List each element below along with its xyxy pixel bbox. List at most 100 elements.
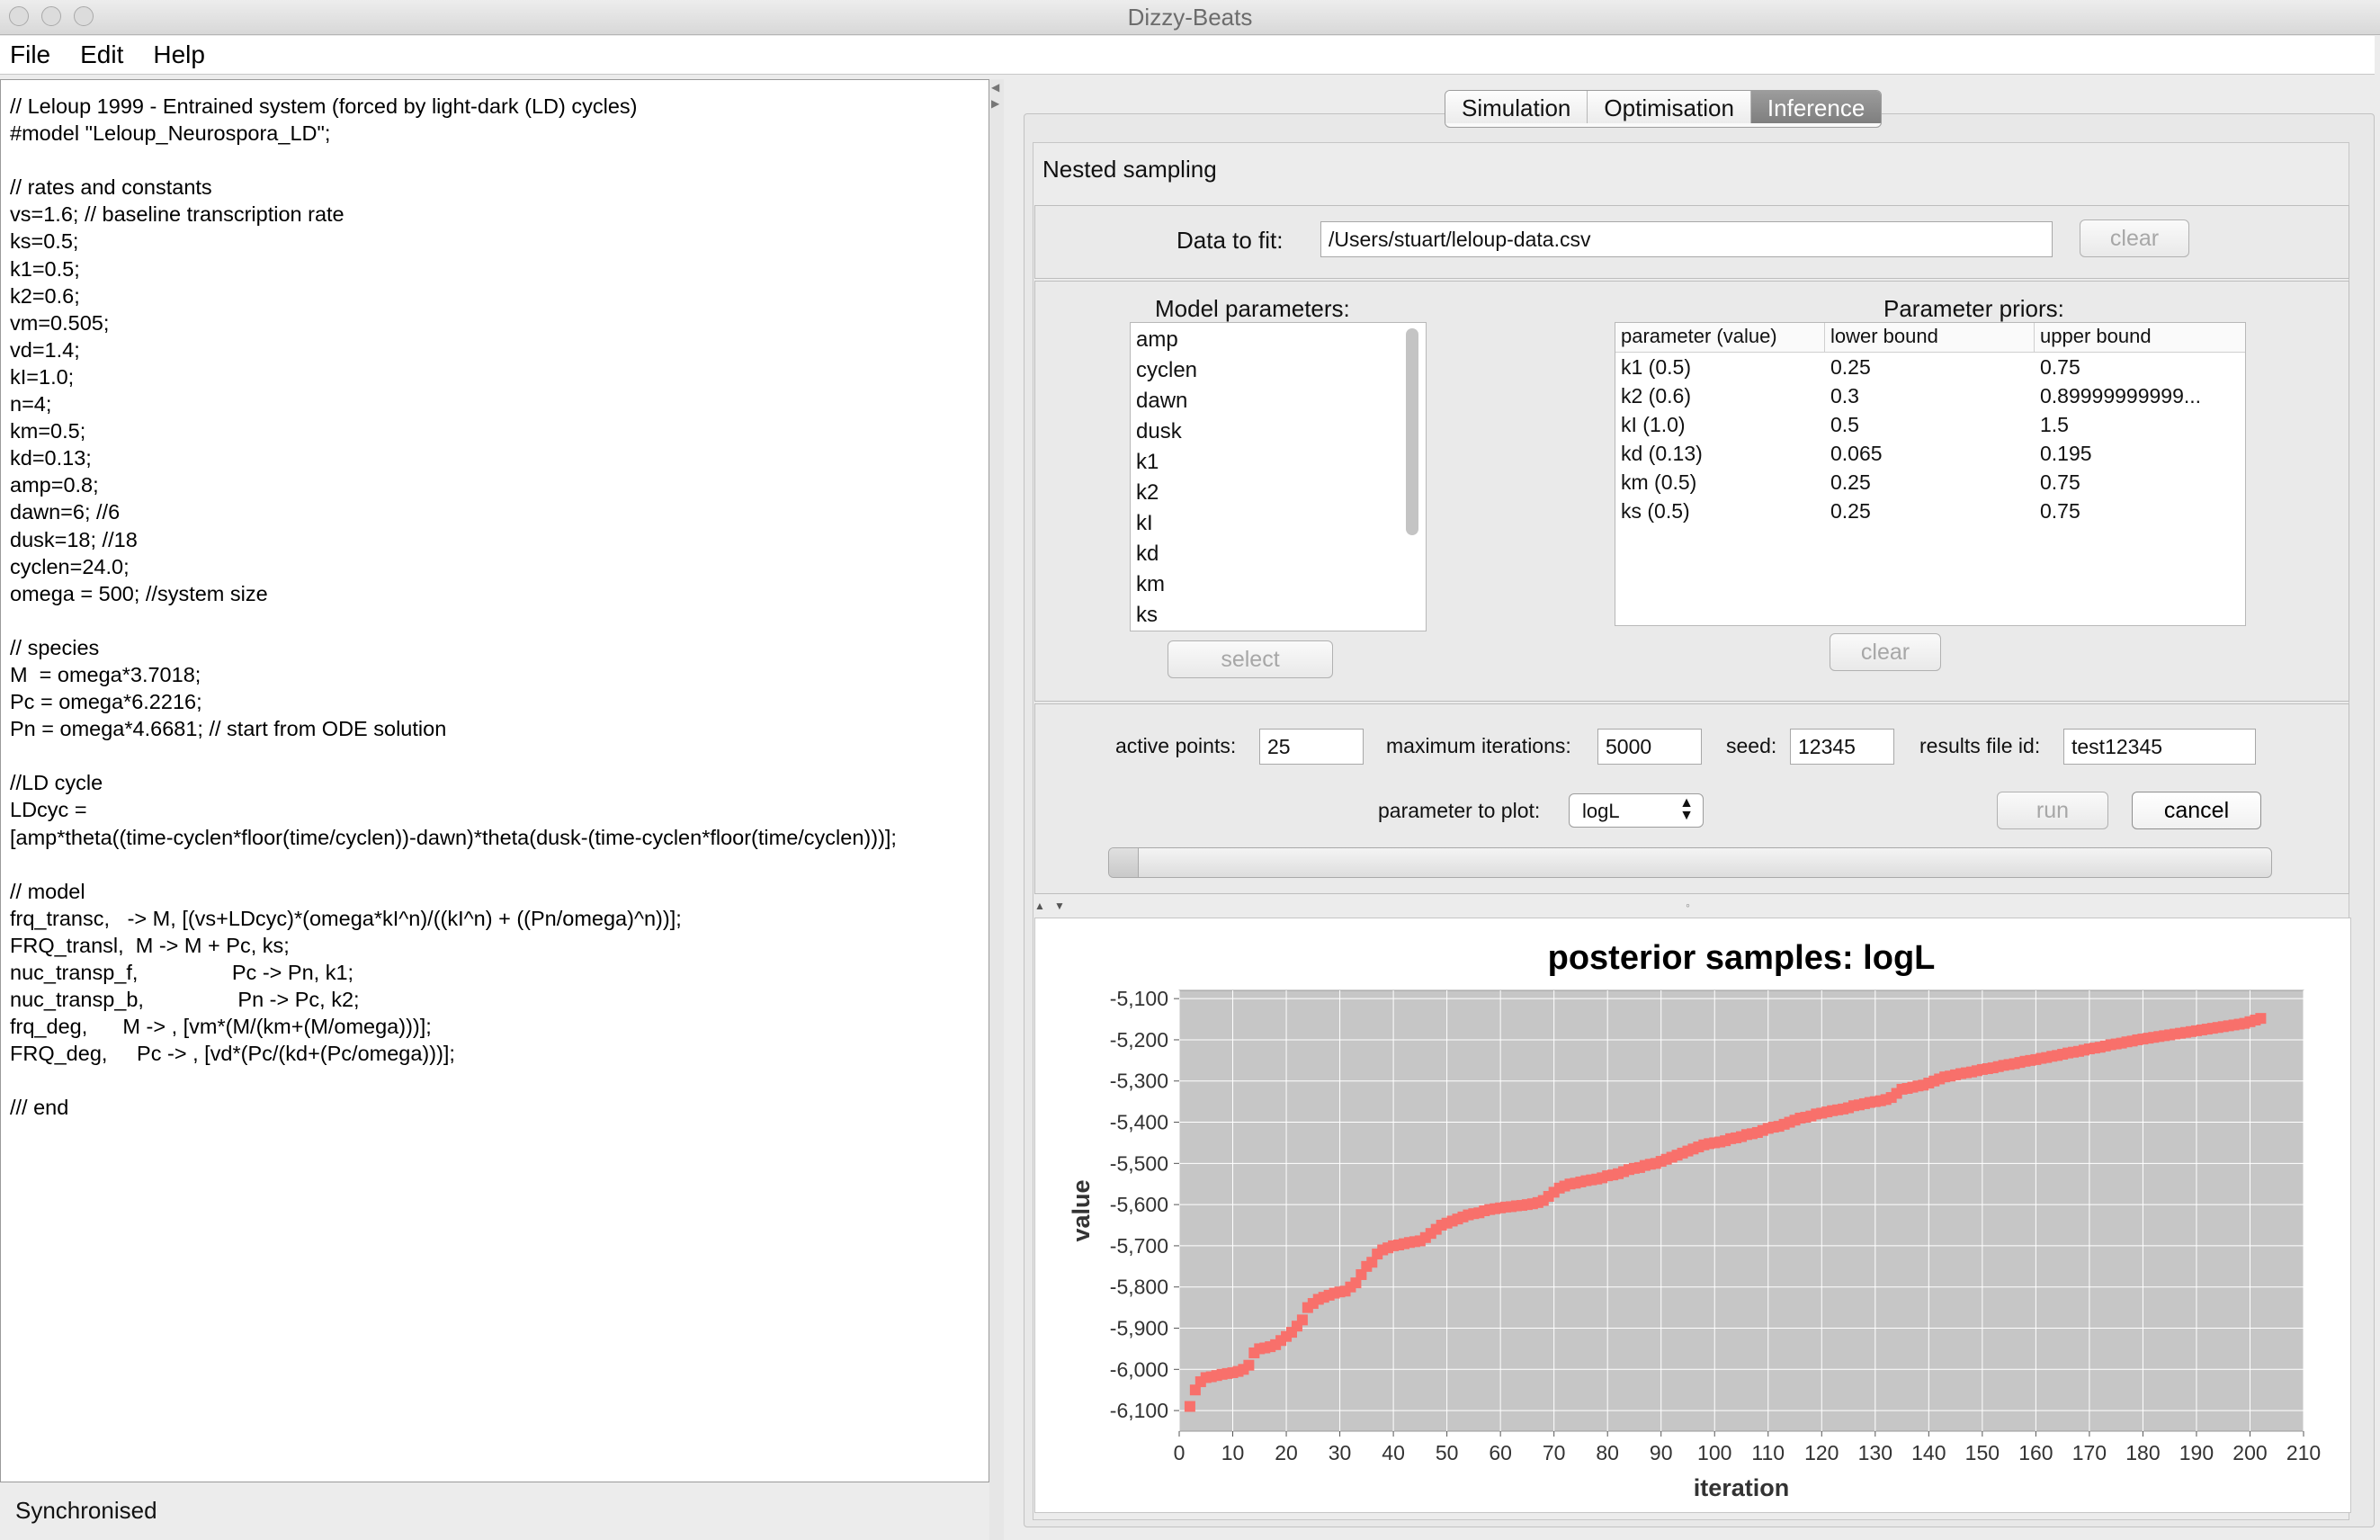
priors-clear-button[interactable]: clear xyxy=(1830,633,1941,671)
y-tick-label: -5,500 xyxy=(1110,1151,1168,1175)
active-points-input[interactable] xyxy=(1259,729,1364,765)
collapse-up-icon[interactable]: ▲ xyxy=(1034,900,1045,912)
y-tick-label: -6,100 xyxy=(1110,1399,1168,1422)
parameter-to-plot-select[interactable]: logL ▲ ▼ xyxy=(1569,793,1704,828)
list-scrollbar[interactable] xyxy=(1406,328,1418,535)
x-tick-label: 210 xyxy=(2286,1441,2321,1464)
menu-file[interactable]: File xyxy=(10,40,50,69)
x-tick-label: 200 xyxy=(2232,1441,2267,1464)
max-iterations-input[interactable] xyxy=(1597,729,1702,765)
prior-parameter-cell[interactable]: ks (0.5) xyxy=(1615,497,1825,525)
y-tick-label: -5,600 xyxy=(1110,1193,1168,1216)
cancel-button[interactable]: cancel xyxy=(2132,792,2261,829)
prior-parameter-cell[interactable]: kI (1.0) xyxy=(1615,410,1825,439)
x-tick-label: 170 xyxy=(2072,1441,2107,1464)
model-editor[interactable]: // Leloup 1999 - Entrained system (force… xyxy=(0,79,989,1482)
prior-lower-bound-cell[interactable]: 0.25 xyxy=(1825,468,2035,497)
parameter-list-item[interactable]: kI xyxy=(1131,508,1426,539)
header-lower-bound[interactable]: lower bound xyxy=(1825,323,2035,352)
seed-input[interactable] xyxy=(1790,729,1894,765)
progress-bar-fill xyxy=(1109,848,1140,877)
header-parameter[interactable]: parameter (value) xyxy=(1615,323,1825,352)
prior-parameter-cell[interactable]: k2 (0.6) xyxy=(1615,381,1825,410)
data-file-input[interactable] xyxy=(1320,221,2053,257)
y-tick-label: -5,200 xyxy=(1110,1028,1168,1052)
table-row[interactable]: k2 (0.6) 0.3 0.89999999999... xyxy=(1615,381,2245,410)
parameter-list-item[interactable]: kd xyxy=(1131,539,1426,569)
y-tick-label: -5,700 xyxy=(1110,1234,1168,1258)
prior-lower-bound-cell[interactable]: 0.3 xyxy=(1825,381,2035,410)
table-row[interactable]: kI (1.0) 0.5 1.5 xyxy=(1615,410,2245,439)
table-row[interactable]: km (0.5) 0.25 0.75 xyxy=(1615,468,2245,497)
parameter-list-item[interactable]: k2 xyxy=(1131,478,1426,508)
x-tick-label: 80 xyxy=(1596,1441,1619,1464)
tab-optimisation[interactable]: Optimisation xyxy=(1588,91,1751,123)
results-file-id-label: results file id: xyxy=(1919,734,2041,757)
plot-area xyxy=(1178,989,2304,1432)
window-titlebar: Dizzy-Beats xyxy=(0,0,2380,35)
x-tick-label: 120 xyxy=(1804,1441,1839,1464)
progress-bar xyxy=(1108,847,2272,878)
prior-upper-bound-cell[interactable]: 0.75 xyxy=(2035,353,2245,381)
x-tick-label: 180 xyxy=(2125,1441,2160,1464)
prior-upper-bound-cell[interactable]: 0.89999999999... xyxy=(2035,381,2245,410)
prior-parameter-cell[interactable]: km (0.5) xyxy=(1615,468,1825,497)
model-parameters-label: Model parameters: xyxy=(1155,295,1350,322)
window-title: Dizzy-Beats xyxy=(1127,4,1253,31)
prior-parameter-cell[interactable]: kd (0.13) xyxy=(1615,439,1825,468)
tab-inference[interactable]: Inference xyxy=(1750,91,1882,123)
run-button[interactable]: run xyxy=(1997,792,2108,829)
x-tick-label: 90 xyxy=(1650,1441,1673,1464)
collapse-left-icon[interactable]: ◀ xyxy=(991,81,999,94)
prior-upper-bound-cell[interactable]: 0.75 xyxy=(2035,497,2245,525)
status-text: Synchronised xyxy=(15,1497,157,1524)
data-point xyxy=(1184,1401,1195,1412)
parameter-priors-table[interactable]: parameter (value) lower bound upper boun… xyxy=(1615,322,2246,626)
parameter-list-item[interactable]: k1 xyxy=(1131,447,1426,478)
model-source-text[interactable]: // Leloup 1999 - Entrained system (force… xyxy=(1,80,989,1134)
tab-simulation[interactable]: Simulation xyxy=(1445,91,1588,123)
prior-upper-bound-cell[interactable]: 1.5 xyxy=(2035,410,2245,439)
table-row[interactable]: kd (0.13) 0.065 0.195 xyxy=(1615,439,2245,468)
collapse-right-icon[interactable]: ▶ xyxy=(991,97,999,110)
x-tick-label: 0 xyxy=(1174,1441,1186,1464)
collapse-down-icon[interactable]: ▼ xyxy=(1054,900,1065,912)
parameter-list-item[interactable]: cyclen xyxy=(1131,355,1426,386)
section-title: Nested sampling xyxy=(1042,156,1217,183)
prior-lower-bound-cell[interactable]: 0.25 xyxy=(1825,497,2035,525)
table-row[interactable]: ks (0.5) 0.25 0.75 xyxy=(1615,497,2245,525)
table-row[interactable]: k1 (0.5) 0.25 0.75 xyxy=(1615,353,2245,381)
split-handle-icon[interactable]: ◦ xyxy=(1686,898,1690,912)
parameter-list-item[interactable]: dawn xyxy=(1131,386,1426,416)
y-tick-label: -5,300 xyxy=(1110,1070,1168,1093)
y-tick-label: -5,900 xyxy=(1110,1317,1168,1340)
data-to-fit-label: Data to fit: xyxy=(1177,227,1284,254)
prior-lower-bound-cell[interactable]: 0.25 xyxy=(1825,353,2035,381)
prior-parameter-cell[interactable]: k1 (0.5) xyxy=(1615,353,1825,381)
split-pane-divider[interactable]: ◀ ▶ xyxy=(989,79,1004,1540)
select-parameter-button[interactable]: select xyxy=(1168,640,1333,678)
prior-lower-bound-cell[interactable]: 0.5 xyxy=(1825,410,2035,439)
parameter-list-item[interactable]: ks xyxy=(1131,600,1426,631)
x-tick-label: 50 xyxy=(1436,1441,1459,1464)
stepper-arrows-icon: ▲ ▼ xyxy=(1679,795,1694,823)
menu-help[interactable]: Help xyxy=(153,40,205,69)
menu-edit[interactable]: Edit xyxy=(80,40,123,69)
results-file-id-input[interactable] xyxy=(2063,729,2256,765)
prior-upper-bound-cell[interactable]: 0.75 xyxy=(2035,468,2245,497)
x-tick-label: 100 xyxy=(1697,1441,1731,1464)
parameter-list-item[interactable]: amp xyxy=(1131,325,1426,355)
parameter-list-item[interactable]: dusk xyxy=(1131,416,1426,447)
data-point xyxy=(2255,1013,2267,1025)
data-clear-button[interactable]: clear xyxy=(2080,219,2189,257)
header-upper-bound[interactable]: upper bound xyxy=(2035,323,2245,352)
parameter-to-plot-label: parameter to plot: xyxy=(1378,799,1541,822)
y-tick-label: -5,100 xyxy=(1110,987,1168,1010)
x-tick-label: 190 xyxy=(2179,1441,2214,1464)
parameter-list-item[interactable]: km xyxy=(1131,569,1426,600)
model-parameters-list[interactable]: amp cyclen dawn dusk k1 k2 kI kd km ks xyxy=(1130,322,1427,631)
prior-lower-bound-cell[interactable]: 0.065 xyxy=(1825,439,2035,468)
max-iterations-label: maximum iterations: xyxy=(1386,734,1571,757)
tab-bar: Simulation Optimisation Inference xyxy=(1445,90,1883,128)
prior-upper-bound-cell[interactable]: 0.195 xyxy=(2035,439,2245,468)
